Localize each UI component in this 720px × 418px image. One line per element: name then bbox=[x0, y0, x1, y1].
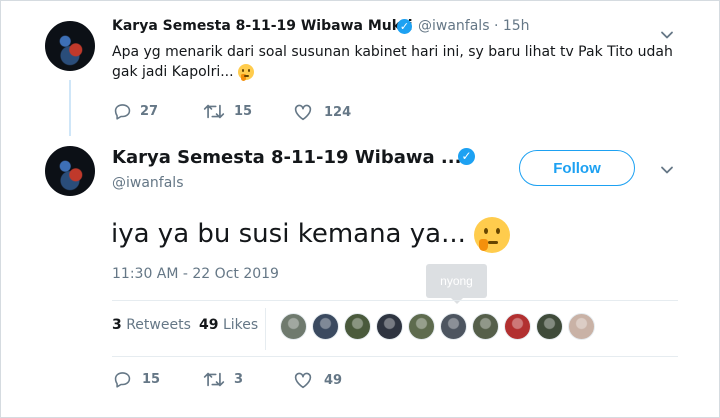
likes-stat-link[interactable]: 49 Likes bbox=[199, 317, 258, 333]
thinking-face-icon bbox=[474, 216, 511, 253]
liker-avatar[interactable] bbox=[536, 313, 563, 340]
liker-avatars bbox=[280, 313, 595, 340]
parent-time[interactable]: 15h bbox=[503, 18, 530, 34]
retweet-stat-label: Retweets bbox=[126, 317, 191, 333]
like-count-stat: 49 bbox=[199, 317, 219, 333]
liker-avatar[interactable] bbox=[280, 313, 307, 340]
follow-button[interactable]: Follow bbox=[519, 150, 635, 186]
divider-bottom bbox=[112, 356, 678, 357]
thread-line bbox=[69, 80, 71, 136]
tweet-timestamp[interactable]: 11:30 AM - 22 Oct 2019 bbox=[112, 266, 279, 282]
main-tweet-text: iya ya bu susi kemana ya... bbox=[111, 214, 511, 254]
retweet-icon bbox=[203, 104, 225, 119]
main-like-button[interactable]: 49 bbox=[293, 371, 342, 389]
main-author-name[interactable]: Karya Semesta 8-11-19 Wibawa ... bbox=[112, 147, 461, 168]
parent-tweet-text-content: Apa yg menarik dari soal susunan kabinet… bbox=[112, 44, 673, 80]
parent-handle[interactable]: @iwanfals · 15h bbox=[418, 18, 530, 34]
separator-dot: · bbox=[493, 18, 499, 34]
parent-reply-button[interactable]: 27 bbox=[113, 103, 158, 120]
liker-avatar[interactable] bbox=[504, 313, 531, 340]
retweet-icon bbox=[203, 372, 225, 387]
liker-avatar[interactable] bbox=[440, 313, 467, 340]
heart-icon bbox=[294, 372, 312, 389]
parent-avatar[interactable] bbox=[45, 21, 95, 71]
liker-avatar[interactable] bbox=[344, 313, 371, 340]
thinking-face-icon bbox=[238, 64, 255, 81]
liker-avatar[interactable] bbox=[472, 313, 499, 340]
liker-avatar[interactable] bbox=[568, 313, 595, 340]
parent-author-name[interactable]: Karya Semesta 8-11-19 Wibawa Mukti bbox=[112, 18, 413, 34]
main-reply-count: 15 bbox=[142, 372, 161, 387]
divider-top bbox=[112, 300, 678, 301]
liker-avatar[interactable] bbox=[408, 313, 435, 340]
parent-reply-count: 27 bbox=[140, 104, 159, 119]
parent-handle-text: @iwanfals bbox=[418, 18, 490, 34]
verified-badge-icon: ✓ bbox=[397, 19, 412, 34]
verified-badge-icon: ✓ bbox=[458, 148, 475, 165]
reply-icon bbox=[114, 104, 131, 120]
stats-divider bbox=[265, 308, 266, 350]
main-reply-button[interactable]: 15 bbox=[113, 371, 160, 388]
like-stat-label: Likes bbox=[222, 317, 259, 333]
main-like-count: 49 bbox=[324, 372, 343, 388]
main-avatar[interactable] bbox=[45, 146, 95, 196]
liker-tooltip: nyong bbox=[426, 264, 487, 304]
reply-icon bbox=[114, 372, 131, 388]
parent-like-button[interactable]: 124 bbox=[293, 103, 351, 121]
liker-avatar[interactable] bbox=[312, 313, 339, 340]
retweet-count-stat: 3 bbox=[112, 317, 122, 333]
liker-avatar[interactable] bbox=[376, 313, 403, 340]
main-more-chevron-down-icon[interactable] bbox=[659, 162, 675, 178]
main-retweet-button[interactable]: 3 bbox=[203, 371, 243, 388]
parent-retweet-button[interactable]: 15 bbox=[203, 103, 252, 120]
parent-like-count: 124 bbox=[324, 104, 352, 120]
parent-retweet-count: 15 bbox=[234, 104, 253, 119]
retweets-stat-link[interactable]: 3 Retweets bbox=[112, 317, 191, 333]
main-tweet-text-content: iya ya bu susi kemana ya... bbox=[111, 219, 466, 249]
parent-tweet-text: Apa yg menarik dari soal susunan kabinet… bbox=[112, 42, 692, 82]
parent-more-chevron-down-icon[interactable] bbox=[659, 27, 675, 43]
main-handle[interactable]: @iwanfals bbox=[112, 175, 183, 191]
main-retweet-count: 3 bbox=[234, 372, 244, 387]
heart-icon bbox=[294, 104, 312, 121]
